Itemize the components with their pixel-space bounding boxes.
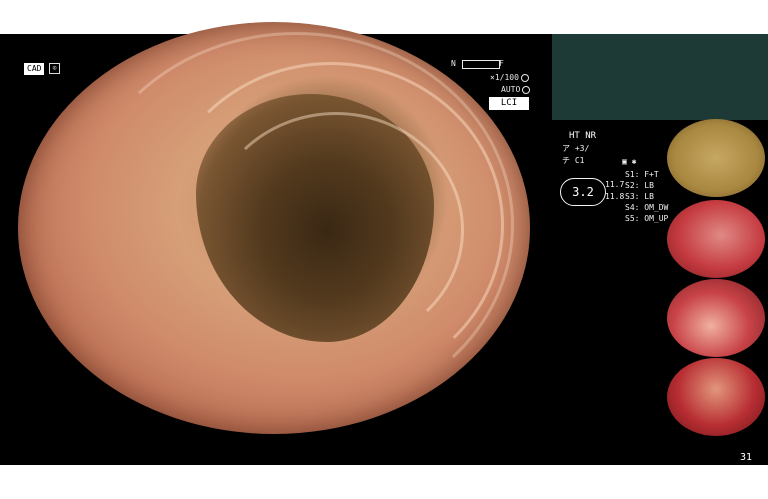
value-a: 11.7 [605,180,625,189]
auto-value: AUTO [501,85,521,94]
lci-mode-label: LCI [489,97,529,110]
bottom-border [0,465,768,499]
square-icon: ▣ [622,157,627,166]
info-icons: ▣ ✱ [622,157,636,166]
star-icon: ✱ [631,157,637,166]
s3-label: S3: LB [625,192,654,201]
cad-label: CAD [24,63,45,75]
ht-nr-label: HT NR [569,131,597,141]
zoom-circle-icon [520,73,529,82]
nf-right-label: F [499,59,504,68]
info-line-a: ア +3/ [562,144,590,153]
thumbnail-2[interactable] [667,200,765,278]
nf-scale-bar [462,60,500,69]
s2-label: S2: LB [625,181,654,190]
zoom-value: ×1/100 [490,73,519,82]
s1-label: S1: F+T [625,170,659,179]
s4-label: S4: OM_DW [625,203,669,212]
mucosal-fold [78,32,514,418]
zoom-readout: ×1/100 [490,73,529,82]
info-line-b: チ C1 [562,156,585,165]
status-panel [552,34,768,120]
cad-icon: ⊙ [49,63,60,74]
gauge-readout: 3.2 [560,178,606,206]
auto-readout: AUTO [501,85,531,94]
auto-circle-icon [522,85,531,94]
thumbnail-4[interactable] [667,358,765,436]
endoscope-view [18,22,530,434]
page-number: 31 [740,452,753,463]
thumbnail-3[interactable] [667,279,765,357]
s5-label: S5: OM_UP [625,214,669,223]
nf-left-label: N [451,59,456,68]
thumbnail-1[interactable] [667,119,765,197]
value-b: 11.8 [605,192,625,201]
